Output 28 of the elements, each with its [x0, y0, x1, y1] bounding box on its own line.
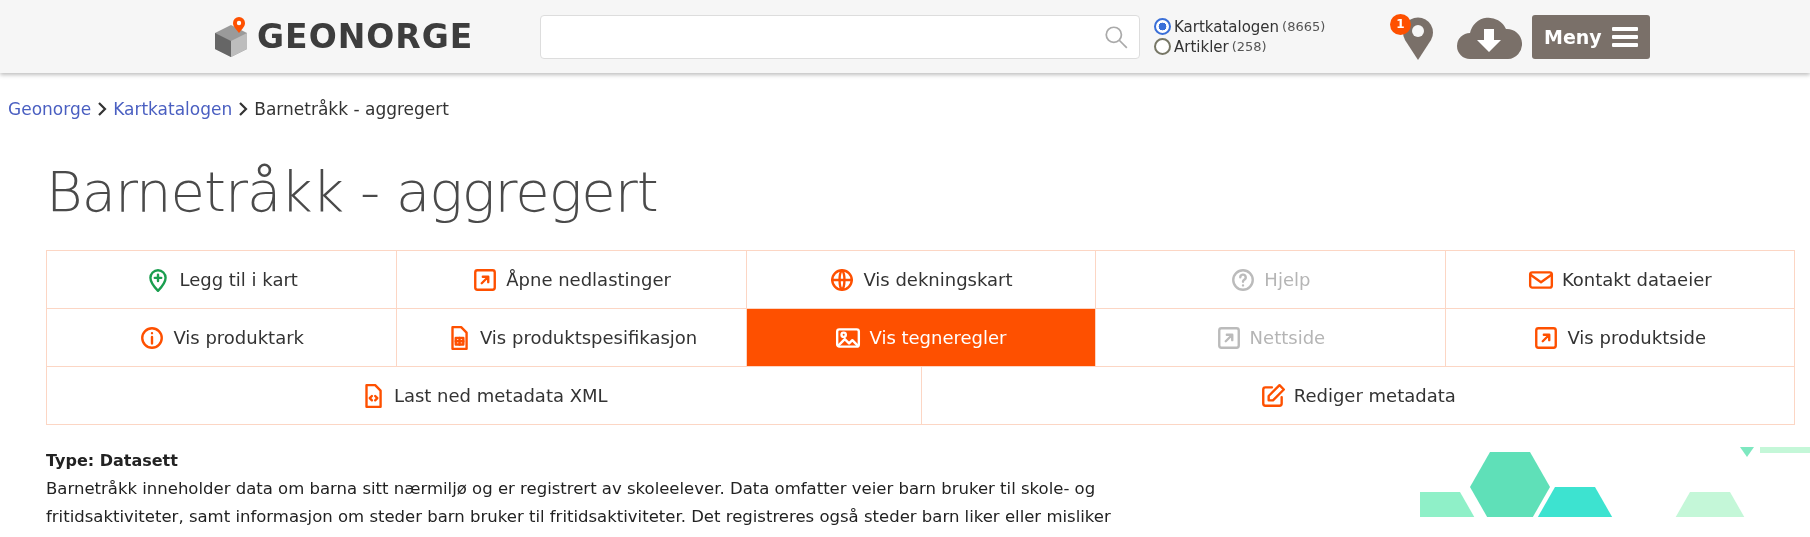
radio-label: Kartkatalogen [1174, 16, 1280, 37]
radio-button[interactable] [1154, 18, 1171, 35]
radio-label: Artikler [1174, 36, 1229, 57]
external-link-icon [1533, 324, 1560, 351]
breadcrumb-link[interactable]: Kartkatalogen [113, 99, 233, 119]
logo-icon [213, 16, 249, 57]
search-field[interactable] [540, 14, 1140, 59]
chevron-right-icon [97, 102, 108, 116]
info-icon [139, 324, 166, 351]
help-icon [1230, 266, 1257, 293]
search-icon [1103, 23, 1129, 50]
edit-icon [1259, 382, 1286, 409]
result-count: (8665) [1282, 17, 1326, 36]
chevron-right-icon [238, 102, 249, 116]
count-badge: 1 [1390, 13, 1411, 35]
external-link-icon [472, 266, 499, 293]
page-title: Barnetråkk - aggregert [46, 159, 659, 224]
external-link-icon [1215, 324, 1242, 351]
description-text: Barnetråkk inneholder data om barna sitt nærmiljø og er registrert av skoleelever. Data omfatter veier barn bruker til skole- og fritidsaktiviteter, samt informasjon om steder barn bruker til fritidsaktiviteter. Det registreres også steder barn liker eller misliker [46, 478, 1112, 528]
result-count: (258) [1231, 37, 1267, 56]
globe-icon [829, 266, 856, 293]
type-label: Type: Datasett [46, 450, 179, 472]
breadcrumb-text: Barnetråkk - aggregert [254, 99, 449, 119]
menu-button[interactable]: Meny [1532, 14, 1650, 59]
logo-text: GEONORGE [257, 17, 474, 56]
menu-icon [1611, 25, 1638, 48]
breadcrumb-link[interactable]: Geonorge [8, 99, 92, 119]
radio-button[interactable] [1154, 38, 1171, 55]
